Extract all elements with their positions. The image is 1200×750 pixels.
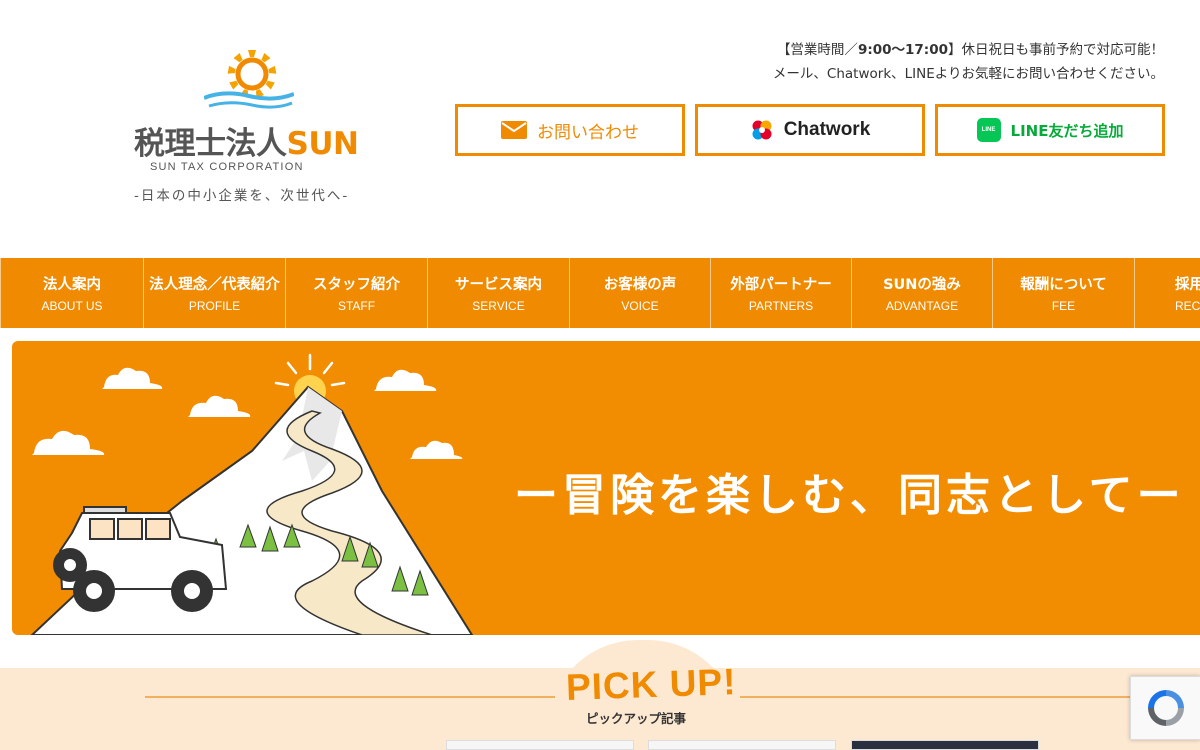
nav-item-partners[interactable]: 外部パートナー PARTNERS: [710, 258, 851, 328]
pickup-divider-left: [145, 696, 555, 698]
mountain-adventure-illustration: [30, 353, 474, 635]
nav-item-label-en: ADVANTAGE: [885, 299, 959, 313]
recaptcha-badge[interactable]: [1130, 676, 1200, 740]
business-hours: 【営業時間／9:00〜17:00】休日祝日も事前予約で対応可能！: [777, 38, 1164, 58]
nav-item-label-en: STAFF: [337, 299, 376, 313]
nav-item-label-jp: 法人理念／代表紹介: [149, 277, 280, 293]
chatwork-button[interactable]: Chatwork: [695, 104, 925, 156]
nav-item-label-en: PARTNERS: [748, 299, 814, 313]
pickup-article-thumbnail[interactable]: [851, 740, 1039, 750]
global-nav: 法人案内 ABOUT US 法人理念／代表紹介 PROFILE スタッフ紹介 S…: [0, 258, 1200, 328]
nav-item-label-jp: 法人案内: [43, 277, 101, 293]
nav-item-label-en: VOICE: [621, 299, 659, 313]
logo-name-accent: SUN: [286, 126, 359, 162]
nav-item-label-en: ABOUT US: [41, 299, 103, 313]
nav-item-label-en: PROFILE: [188, 299, 241, 313]
pickup-article-thumbnail[interactable]: [446, 740, 634, 750]
sun-logo-icon: [204, 50, 294, 109]
pickup-title: PICK UP!: [565, 661, 738, 708]
contact-mail-label: お問い合わせ: [537, 122, 639, 143]
hero-headline: ー冒険を楽しむ、同志としてー: [514, 470, 1185, 521]
pickup-article-thumbnail[interactable]: [648, 740, 836, 750]
nav-item-label-en: SERVICE: [472, 299, 525, 313]
logo-name-jp: 税理士法人: [134, 126, 287, 162]
line-icon: LINE: [976, 118, 1001, 142]
chatwork-label: Chatwork: [783, 119, 871, 140]
logo-name: 税理士法人SUN: [134, 118, 359, 163]
nav-item-about[interactable]: 法人案内 ABOUT US: [0, 258, 143, 328]
nav-item-label-jp: 報酬について: [1020, 277, 1107, 293]
hours-suffix: 】休日祝日も事前予約で対応可能！: [948, 42, 1164, 58]
hours-time: 9:00〜17:00: [857, 42, 948, 58]
nav-item-service[interactable]: サービス案内 SERVICE: [427, 258, 569, 328]
nav-item-label-jp: サービス案内: [455, 277, 542, 293]
nav-item-label-jp: スタッフ紹介: [313, 277, 400, 293]
pickup-subtitle: ピックアップ記事: [586, 711, 687, 726]
site-logo[interactable]: 税理士法人SUN SUN TAX CORPORATION -日本の中小企業を、次…: [134, 48, 374, 208]
hours-prefix: 【営業時間／: [776, 42, 858, 58]
line-add-friend-label: LINE友だち追加: [1010, 121, 1124, 140]
nav-item-label-en: RECRUIT: [1175, 299, 1200, 313]
logo-corporation-name: SUN TAX CORPORATION: [150, 161, 304, 173]
logo-tagline: -日本の中小企業を、次世代へ-: [134, 188, 350, 204]
nav-item-staff[interactable]: スタッフ紹介 STAFF: [285, 258, 427, 328]
hero-banner: ー冒険を楽しむ、同志としてー: [12, 341, 1200, 635]
nav-item-voice[interactable]: お客様の声 VOICE: [569, 258, 710, 328]
pickup-divider-right: [740, 696, 1160, 698]
nav-item-label-jp: 外部パートナー: [730, 277, 832, 293]
site-header: 税理士法人SUN SUN TAX CORPORATION -日本の中小企業を、次…: [0, 0, 1200, 258]
recaptcha-icon: [1147, 690, 1184, 726]
nav-item-advantage[interactable]: SUNの強み ADVANTAGE: [851, 258, 992, 328]
line-add-friend-button[interactable]: LINE LINE友だち追加: [935, 104, 1165, 156]
nav-item-label-jp: 採用: [1175, 277, 1200, 293]
nav-item-label-en: FEE: [1051, 299, 1076, 313]
contact-note: メール、Chatwork、LINEよりお気軽にお問い合わせください。: [772, 66, 1164, 82]
nav-item-label-jp: お客様の声: [603, 277, 677, 293]
nav-item-fee[interactable]: 報酬について FEE: [992, 258, 1134, 328]
nav-item-recruit[interactable]: 採用 RECRUIT: [1134, 258, 1200, 328]
contact-mail-button[interactable]: お問い合わせ: [455, 104, 685, 156]
nav-item-label-jp: SUNの強み: [883, 277, 961, 293]
mail-icon: [501, 121, 527, 139]
nav-item-profile[interactable]: 法人理念／代表紹介 PROFILE: [143, 258, 285, 328]
chatwork-icon: [752, 120, 772, 140]
